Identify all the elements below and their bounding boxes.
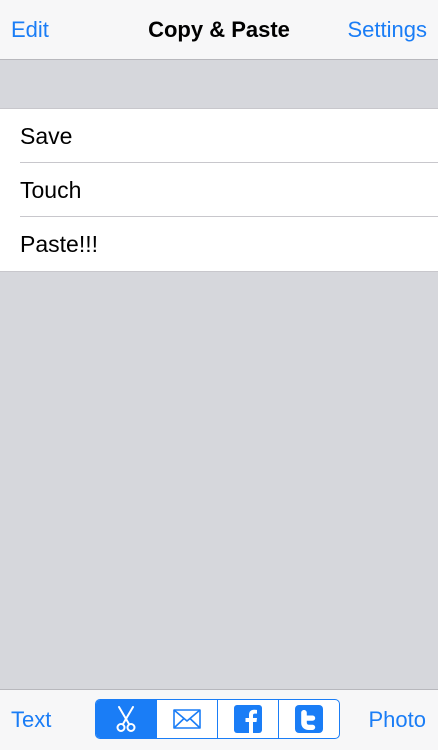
clip-list: Save Touch Paste!!! <box>0 108 438 272</box>
navigation-bar: Edit Copy & Paste Settings <box>0 0 438 60</box>
bottom-toolbar: Text Photo <box>0 689 438 750</box>
settings-button[interactable]: Settings <box>348 17 428 43</box>
scissors-icon <box>114 705 138 733</box>
list-item[interactable]: Paste!!! <box>0 217 438 271</box>
facebook-icon <box>234 705 262 733</box>
segment-twitter[interactable] <box>278 700 339 738</box>
segment-facebook[interactable] <box>217 700 278 738</box>
segment-mail[interactable] <box>156 700 217 738</box>
text-button[interactable]: Text <box>11 707 51 733</box>
list-item-label: Paste!!! <box>20 231 98 257</box>
photo-button[interactable]: Photo <box>369 707 427 733</box>
mail-icon <box>173 709 201 729</box>
list-item[interactable]: Save <box>0 109 438 163</box>
list-item[interactable]: Touch <box>0 163 438 217</box>
list-item-label: Touch <box>20 177 82 203</box>
share-segmented-control <box>95 699 340 739</box>
twitter-icon <box>295 705 323 733</box>
list-item-label: Save <box>20 123 73 149</box>
segment-scissors[interactable] <box>96 700 156 738</box>
